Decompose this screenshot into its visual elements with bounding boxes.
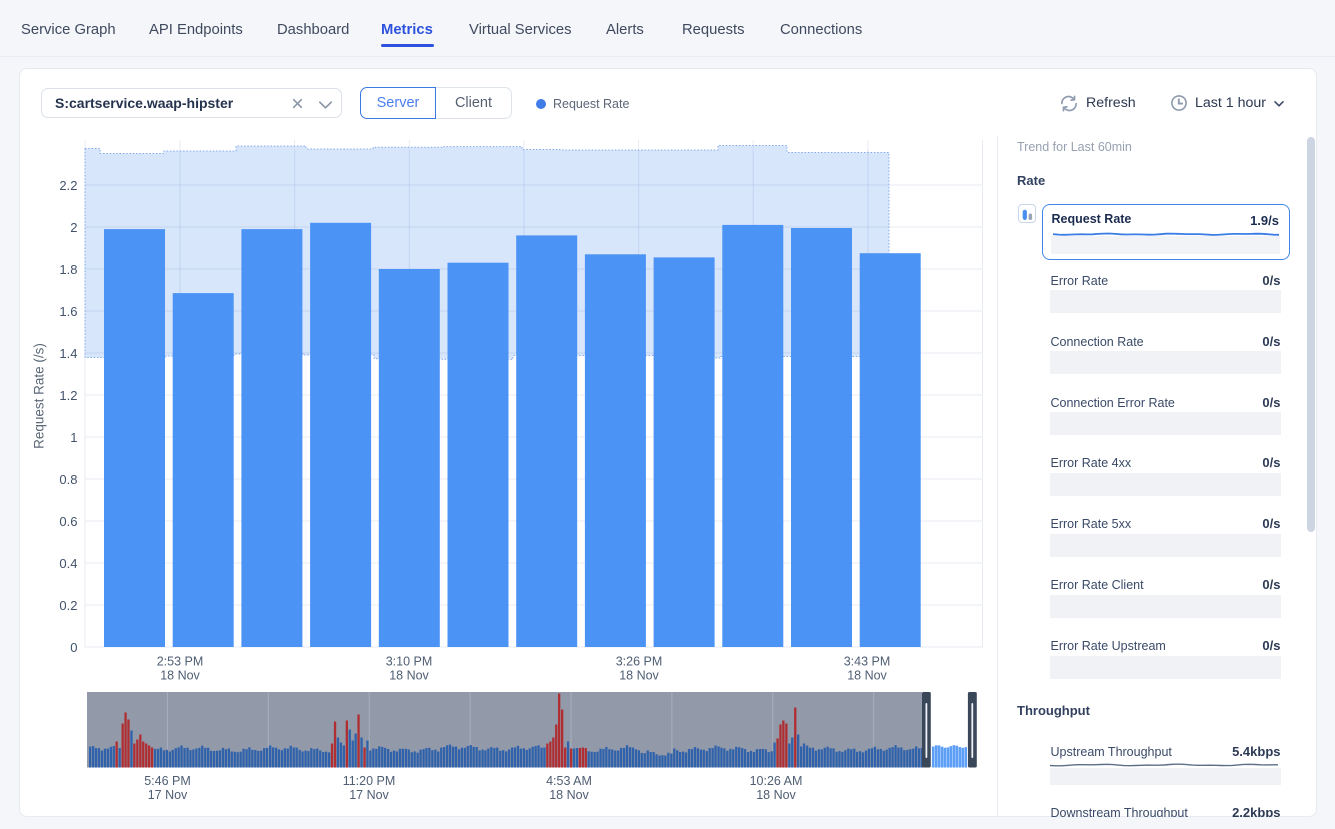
svg-text:2: 2: [70, 220, 77, 235]
svg-text:3:43 PM: 3:43 PM: [844, 655, 891, 669]
svg-text:1.8: 1.8: [59, 262, 77, 277]
svg-text:3:26 PM: 3:26 PM: [616, 655, 663, 669]
svg-text:18 Nov: 18 Nov: [389, 669, 429, 683]
svg-text:0: 0: [70, 640, 77, 655]
svg-text:18 Nov: 18 Nov: [160, 669, 200, 683]
svg-text:0.8: 0.8: [59, 472, 77, 487]
svg-text:1: 1: [70, 430, 77, 445]
svg-text:4:53 AM: 4:53 AM: [546, 774, 592, 788]
svg-text:11:20 PM: 11:20 PM: [343, 774, 396, 788]
svg-text:2.2: 2.2: [59, 178, 77, 193]
svg-text:0.4: 0.4: [59, 556, 77, 571]
svg-text:18 Nov: 18 Nov: [756, 788, 796, 802]
svg-text:18 Nov: 18 Nov: [619, 669, 659, 683]
svg-text:1.4: 1.4: [59, 346, 77, 361]
svg-text:18 Nov: 18 Nov: [847, 669, 887, 683]
svg-text:10:26 AM: 10:26 AM: [750, 774, 803, 788]
svg-text:0.2: 0.2: [59, 598, 77, 613]
svg-text:17 Nov: 17 Nov: [349, 788, 389, 802]
svg-text:0.6: 0.6: [59, 514, 77, 529]
svg-text:3:10 PM: 3:10 PM: [386, 655, 433, 669]
svg-text:1.6: 1.6: [59, 304, 77, 319]
svg-text:2:53 PM: 2:53 PM: [157, 655, 204, 669]
svg-text:17 Nov: 17 Nov: [148, 788, 188, 802]
svg-text:Request Rate (/s): Request Rate (/s): [32, 343, 47, 449]
svg-text:5:46 PM: 5:46 PM: [144, 774, 191, 788]
svg-text:18 Nov: 18 Nov: [549, 788, 589, 802]
svg-text:1.2: 1.2: [59, 388, 77, 403]
